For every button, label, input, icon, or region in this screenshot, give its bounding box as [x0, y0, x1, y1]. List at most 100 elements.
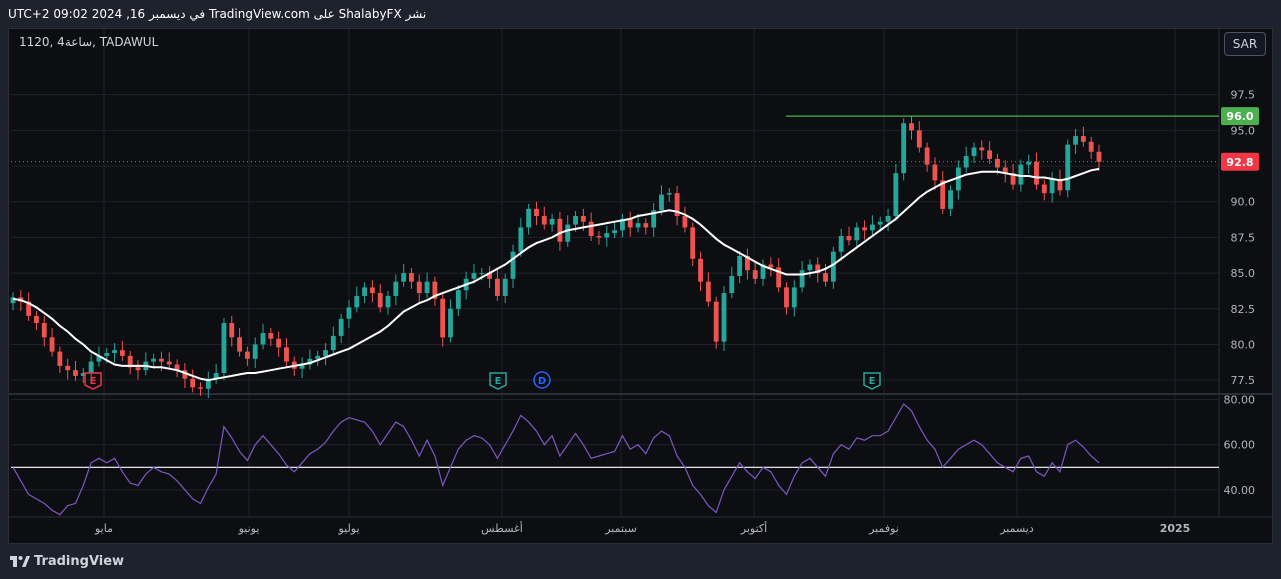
candle-body — [830, 251, 836, 282]
candle-body — [268, 333, 274, 339]
candle-body — [596, 235, 602, 238]
candle-body — [838, 235, 844, 252]
candle-body — [666, 193, 672, 195]
time-tick-label: يوليو — [337, 522, 359, 535]
time-tick-label: 2025 — [1160, 522, 1191, 535]
candle-body — [932, 164, 938, 181]
candle-body — [534, 208, 539, 217]
last-price-badge-text: 92.8 — [1226, 156, 1253, 169]
marker-letter: E — [495, 376, 502, 387]
candle-body — [643, 223, 649, 228]
candle-body — [41, 323, 47, 338]
candle-body — [1026, 161, 1032, 165]
candle-body — [846, 235, 852, 241]
price-tick-label: 97.5 — [1231, 89, 1256, 102]
candle-body — [885, 216, 891, 222]
candle-body — [737, 255, 743, 276]
candle-body — [768, 264, 774, 268]
candle-body — [526, 208, 532, 228]
candle-body — [995, 158, 1000, 168]
candle-body — [729, 275, 735, 294]
candle-body — [104, 353, 110, 356]
candle-body — [705, 281, 711, 302]
candle-body — [971, 147, 977, 157]
price-tick-label: 77.5 — [1231, 374, 1256, 387]
currency-button[interactable]: SAR — [1224, 32, 1266, 56]
candle-body — [854, 227, 860, 241]
candle-body — [987, 150, 993, 159]
candle-body — [909, 123, 914, 131]
time-tick-label: ديسمبر — [999, 522, 1034, 535]
candle-body — [284, 347, 289, 362]
candle-body — [49, 337, 55, 352]
candle-body — [416, 281, 422, 294]
candle-body — [229, 323, 235, 338]
candle-body — [948, 190, 953, 209]
candle-body — [588, 221, 594, 236]
rsi-tick-label: 80.00 — [1224, 394, 1256, 407]
candle-body — [88, 361, 94, 374]
resistance-badge-text: 96.0 — [1226, 110, 1253, 123]
candle-body — [1073, 136, 1078, 145]
candle-body — [901, 123, 907, 174]
candle-body — [807, 264, 813, 271]
candle-body — [244, 351, 250, 359]
candle-body — [721, 293, 727, 342]
candle-body — [424, 281, 430, 294]
price-tick-label: 95.0 — [1231, 124, 1256, 137]
time-tick-label: يونيو — [238, 522, 260, 535]
candle-body — [479, 273, 485, 275]
candle-body — [784, 287, 789, 308]
candle-body — [682, 216, 688, 228]
candle-body — [862, 227, 868, 231]
candle-body — [440, 298, 446, 338]
candle-body — [541, 216, 547, 225]
candle-body — [494, 278, 500, 296]
resistance-price-badge: 96.0 — [1221, 107, 1259, 126]
time-tick-label: سبتمبر — [604, 522, 637, 535]
candle-body — [916, 130, 922, 148]
candle-body — [1041, 184, 1047, 194]
price-chart[interactable]: مايو يونيو يوليو أغسطس سبتمبر أكتوبر نوفمبر ديس… — [9, 29, 1273, 544]
candle-body — [237, 337, 242, 352]
candle-body — [659, 194, 664, 211]
candle-body — [1049, 178, 1055, 194]
candle-body — [604, 233, 610, 238]
marker-letter: E — [869, 376, 876, 387]
candle-body — [346, 307, 352, 319]
candle-body — [323, 350, 328, 356]
candle-body — [455, 290, 461, 309]
candle-body — [135, 367, 141, 371]
time-tick-label: أكتوبر — [740, 521, 767, 535]
candle-body — [580, 216, 586, 222]
tradingview-logo-icon — [10, 556, 30, 567]
candle-body — [198, 387, 203, 389]
candle-body — [573, 216, 578, 225]
candle-body — [877, 221, 883, 225]
candle-body — [893, 173, 899, 217]
time-tick-label: نوفمبر — [868, 522, 899, 535]
candle-body — [791, 287, 797, 308]
candle-body — [57, 351, 63, 366]
price-tick-label: 80.0 — [1231, 338, 1256, 351]
candle-body — [159, 358, 164, 362]
symbol-label: 1120, 4ساعة, TADAWUL — [19, 35, 159, 49]
candle-body — [354, 295, 360, 308]
candle-body — [166, 361, 172, 365]
candle-body — [1065, 144, 1071, 191]
candle-body — [1034, 161, 1039, 185]
candle-body — [34, 315, 39, 324]
rsi-tick-label: 60.00 — [1224, 439, 1256, 452]
marker-letter: E — [90, 376, 97, 387]
candle-body — [65, 365, 71, 371]
marker-letter: D — [538, 376, 546, 387]
chart-frame[interactable]: 1120, 4ساعة, TADAWUL SAR مايو يونيو يوليو أ… — [8, 28, 1273, 544]
price-tick-label: 87.5 — [1231, 231, 1256, 244]
publish-caption: نشر ShalabyFX على TradingView.com في ديس… — [8, 7, 427, 21]
candle-body — [698, 258, 703, 282]
candle-body — [549, 218, 555, 225]
footer-branding: TradingView — [10, 550, 124, 572]
candle-body — [119, 350, 125, 356]
candle-body — [151, 358, 157, 362]
candle-body — [315, 355, 321, 359]
